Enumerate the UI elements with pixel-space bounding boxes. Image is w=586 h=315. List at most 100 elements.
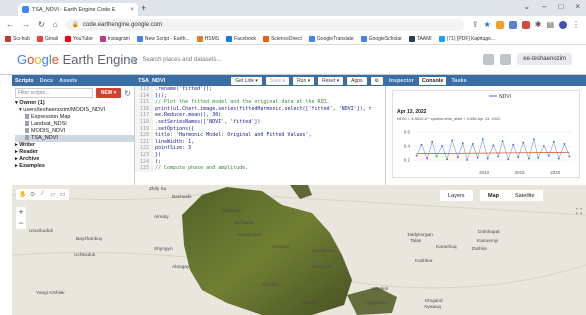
zoom-out-button[interactable]: − xyxy=(16,218,26,229)
bookmark-item[interactable]: Facebook xyxy=(226,35,257,42)
code-line[interactable]: 120 title: 'Harmonic Model: Original and… xyxy=(135,132,385,139)
fullscreen-icon[interactable]: ⛶ xyxy=(576,207,582,217)
reload-icon[interactable]: ↻ xyxy=(38,20,45,29)
sidebar-icon[interactable]: ▤ xyxy=(546,20,554,29)
map-place-label: Mirzaaba xyxy=(234,221,254,226)
ndvi-data-point xyxy=(456,156,459,159)
menu-dots-icon[interactable]: ⋮ xyxy=(572,20,580,29)
bookmark-item[interactable]: HSMS xyxy=(196,35,219,42)
tab-scripts[interactable]: Scripts xyxy=(15,78,34,84)
bookmark-item[interactable]: GoogleScholar xyxy=(360,35,402,42)
bookmark-item[interactable]: GoogleTranslate xyxy=(308,35,354,42)
tree-item-label: ▾ users/teshaenozim/MODIS_NDVI xyxy=(19,107,106,113)
zoom-in-button[interactable]: + xyxy=(16,207,26,218)
script-file-item[interactable]: Landsat_NDSI xyxy=(15,121,134,128)
close-window-button[interactable]: × xyxy=(575,2,580,11)
search-box[interactable]: 🔍 Search places and datasets... xyxy=(130,53,380,67)
script-file-item[interactable]: MODIS_NDVI xyxy=(15,128,134,135)
get-link-button[interactable]: Get Link ▾ xyxy=(231,76,262,85)
map-type-satellite[interactable]: Satellite xyxy=(507,190,543,201)
tab-inspector[interactable]: Inspector xyxy=(389,78,414,84)
extension-orange-icon[interactable] xyxy=(495,20,504,29)
draw-rectangle-icon[interactable]: ▭ xyxy=(59,191,66,198)
puzzle-icon[interactable]: ✱ xyxy=(535,20,542,29)
forward-arrow-icon[interactable]: → xyxy=(22,20,30,29)
bookmark-item[interactable]: Instagram xyxy=(99,35,130,42)
maximize-button[interactable]: □ xyxy=(558,2,563,11)
code-line[interactable]: 119 .setOptions({ xyxy=(135,125,385,133)
bookmark-item[interactable]: Sci-hub xyxy=(5,35,30,42)
bookmark-item[interactable]: ScienceDirect xyxy=(263,35,302,42)
reset-button[interactable]: Reset ▾ xyxy=(318,76,344,85)
extension-red-icon[interactable] xyxy=(521,20,530,29)
bookmark-item[interactable]: YouTube xyxy=(65,35,93,42)
code-line[interactable]: 115// Plot the fitted model and the orig… xyxy=(135,99,385,106)
map-type-map[interactable]: Map xyxy=(480,190,507,201)
bookmark-item[interactable]: TAAMI xyxy=(408,35,432,42)
new-tab-button[interactable]: + xyxy=(141,3,146,13)
back-arrow-icon[interactable]: ← xyxy=(6,20,14,29)
pan-hand-icon[interactable]: ✋ xyxy=(19,191,26,198)
gee-header: Google Earth Engine 🔍 Search places and … xyxy=(0,45,586,75)
code-line[interactable]: 116 print(ui.Chart.image.series(fittedHar… xyxy=(135,105,385,113)
tab-console[interactable]: Console xyxy=(418,76,447,85)
scripts-panel-tabs: Scripts Docs Assets xyxy=(12,75,135,86)
apps-button[interactable]: Apps xyxy=(347,76,367,85)
layers-button[interactable]: Layers xyxy=(440,190,473,201)
draw-line-icon[interactable]: ⁄ xyxy=(39,191,46,198)
script-folder-item[interactable]: ▸ Examples xyxy=(15,163,134,170)
code-line[interactable]: 121 lineWidth: 1, xyxy=(135,138,385,146)
code-line[interactable]: 113 .rename('fitted')); xyxy=(135,86,385,93)
script-folder-item[interactable]: ▸ Archive xyxy=(15,156,134,163)
tab-tasks[interactable]: Tasks xyxy=(451,78,466,84)
code-line[interactable]: 117 ee.Reducer.mean(), 30) xyxy=(135,112,385,119)
save-button[interactable]: Save ▾ xyxy=(265,76,290,85)
share-icon[interactable]: ⇪ xyxy=(472,20,479,29)
script-folder-item[interactable]: ▸ Writer xyxy=(15,142,134,149)
help-icon[interactable] xyxy=(483,53,495,65)
bookmark-item[interactable]: New Script - Earth... xyxy=(136,35,190,42)
notifications-icon[interactable] xyxy=(500,53,512,65)
run-button[interactable]: Run ▾ xyxy=(293,76,315,85)
code-line[interactable]: 122 pointSize: 3 xyxy=(135,145,385,152)
code-line[interactable]: 123 }) xyxy=(135,151,385,159)
script-folder-item[interactable]: ▾ users/teshaenozim/MODIS_NDVI xyxy=(15,107,134,114)
tree-item-label: ▸ Archive xyxy=(15,156,40,162)
code-line[interactable]: 114})); xyxy=(135,92,385,100)
settings-icon[interactable]: ⚙ xyxy=(370,76,383,85)
script-folder-item[interactable]: ▸ Reader xyxy=(15,149,134,156)
map-view[interactable]: ✋ ⊙ ⁄ ▱ ▭ + − Layers Map Satellite ⛶ Zhi… xyxy=(12,185,586,315)
script-folder-item[interactable]: ▾ Owner (1) xyxy=(15,100,134,107)
draw-point-icon[interactable]: ⊙ xyxy=(29,191,36,198)
tab-search-icon[interactable]: ⌄ xyxy=(523,2,530,11)
bookmark-item[interactable]: Gmail xyxy=(36,35,58,42)
extensions-area: ⇪ ★ ✱ ▤ ⋮ xyxy=(472,20,580,29)
refresh-icon[interactable]: ↻ xyxy=(124,89,131,98)
bookmark-item[interactable]: (71) [PDF] Карпадо... xyxy=(438,35,495,42)
script-file-item[interactable]: TSA_NDVI xyxy=(15,135,134,142)
minimize-button[interactable]: – xyxy=(542,2,546,11)
user-account-button[interactable]: ee-teshaenozim xyxy=(517,53,572,65)
url-field[interactable]: 🔒 code.earthengine.google.com xyxy=(65,18,464,31)
code-line[interactable]: 118 .setSeriesNames(['NDVI', 'fitted']) xyxy=(135,118,385,126)
map-place-label: Uzunkuduk xyxy=(29,229,53,234)
google-earth-engine-logo[interactable]: Google Earth Engine xyxy=(17,52,138,67)
tab-docs[interactable]: Docs xyxy=(40,78,53,84)
search-input[interactable]: Search places and datasets... xyxy=(142,57,221,63)
code-line[interactable]: 124); xyxy=(135,158,385,166)
bookmark-label: Facebook xyxy=(234,35,257,42)
filter-scripts-input[interactable]: Filter scripts... xyxy=(15,88,93,98)
script-file-item[interactable]: Expression Map xyxy=(15,114,134,121)
new-script-button[interactable]: NEW ▾ xyxy=(95,88,122,98)
home-icon[interactable]: ⌂ xyxy=(53,20,58,29)
code-editor[interactable]: 113 .rename('fitted')); 114})); 115// Plot… xyxy=(135,86,386,185)
code-line[interactable]: 125// Compute phase and amplitude. xyxy=(135,165,385,172)
draw-polygon-icon[interactable]: ▱ xyxy=(49,191,56,198)
browser-tab[interactable]: TSA_NDVI - Earth Engine Code E × xyxy=(18,3,138,16)
extension-blue-icon[interactable] xyxy=(508,20,517,29)
close-tab-icon[interactable]: × xyxy=(130,7,134,13)
map-place-label: Taldykorgan xyxy=(407,233,433,238)
profile-avatar-icon[interactable] xyxy=(559,20,567,29)
star-icon[interactable]: ★ xyxy=(484,20,491,29)
tab-assets[interactable]: Assets xyxy=(59,78,77,84)
